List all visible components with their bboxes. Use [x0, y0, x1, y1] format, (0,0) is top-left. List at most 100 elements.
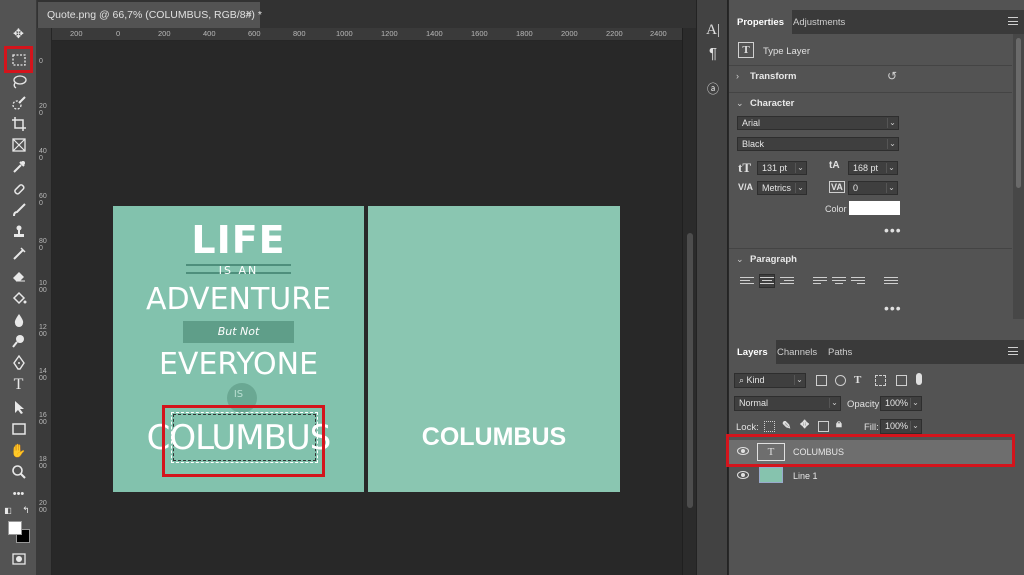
- type-tool-icon[interactable]: T: [5, 374, 32, 396]
- lock-all-icon[interactable]: 🔒︎: [836, 418, 842, 431]
- visibility-eye-icon[interactable]: [737, 471, 749, 479]
- hand-tool-icon[interactable]: ✋: [5, 440, 32, 462]
- tab-paths[interactable]: Paths: [820, 340, 860, 364]
- quick-mask-icon[interactable]: [5, 548, 32, 570]
- filter-adjustment-icon[interactable]: [835, 375, 846, 386]
- filter-smart-object-icon[interactable]: [896, 375, 907, 386]
- rectangular-marquee-tool-icon[interactable]: [4, 46, 33, 73]
- reset-icon[interactable]: ↺: [887, 69, 897, 83]
- align-center-icon[interactable]: [759, 274, 775, 288]
- filter-toggle[interactable]: [916, 373, 922, 385]
- panel-dock: A| ¶ ⓐ: [696, 0, 728, 575]
- filter-type-icon[interactable]: T: [854, 374, 861, 386]
- more-tools-icon[interactable]: •••: [5, 483, 32, 505]
- default-colors-icon[interactable]: ◧: [2, 505, 14, 515]
- chevron-down-icon: ⌄: [886, 163, 896, 173]
- kerning-field[interactable]: Metrics ⌄: [757, 181, 807, 195]
- close-document-icon[interactable]: ×: [246, 8, 252, 20]
- chevron-down-icon: ⌄: [736, 98, 744, 108]
- tracking-field[interactable]: 0 ⌄: [848, 181, 898, 195]
- align-left-icon[interactable]: [740, 275, 754, 287]
- tab-properties[interactable]: Properties: [729, 10, 792, 34]
- healing-brush-tool-icon[interactable]: [5, 178, 32, 200]
- blur-tool-icon[interactable]: [5, 309, 32, 331]
- tab-channels[interactable]: Channels: [769, 340, 825, 364]
- chevron-down-icon: ⌄: [886, 183, 896, 193]
- document-canvas[interactable]: LIFE IS AN ADVENTURE But Not EVERYONE IS…: [52, 41, 682, 575]
- paragraph-section[interactable]: ⌄ Paragraph: [729, 248, 1012, 270]
- justify-last-center-icon[interactable]: [832, 275, 846, 287]
- eyedropper-tool-icon[interactable]: [5, 156, 32, 178]
- horizontal-ruler[interactable]: 200 0 200 400 600 800 1000 1200 1400 160…: [52, 28, 682, 41]
- tab-adjustments[interactable]: Adjustments: [785, 10, 853, 34]
- filter-shape-icon[interactable]: [875, 375, 886, 386]
- filter-pixel-icon[interactable]: [816, 375, 827, 386]
- text-color-swatch[interactable]: [849, 201, 900, 215]
- font-style-select[interactable]: Black ⌄: [737, 137, 899, 151]
- move-tool-icon[interactable]: ✥: [5, 26, 32, 42]
- filter-kind-value: Kind: [746, 375, 765, 385]
- eraser-tool-icon[interactable]: [5, 265, 32, 287]
- preview-text-columbus[interactable]: COLUMBUS: [422, 423, 566, 452]
- blend-mode-select[interactable]: Normal ⌄: [734, 396, 841, 411]
- zoom-tool-icon[interactable]: [5, 461, 32, 483]
- opacity-field[interactable]: 100% ⌄: [880, 396, 922, 411]
- lock-pixels-icon[interactable]: ✎: [782, 419, 791, 432]
- character-panel-icon[interactable]: A|: [704, 22, 722, 40]
- path-selection-tool-icon[interactable]: [5, 396, 32, 418]
- crop-tool-icon[interactable]: [5, 113, 32, 135]
- pen-tool-icon[interactable]: [5, 352, 32, 374]
- lasso-tool-icon[interactable]: [5, 71, 32, 93]
- font-size-field[interactable]: 131 pt ⌄: [757, 161, 807, 175]
- transform-section[interactable]: › Transform ↺: [729, 65, 1012, 87]
- brush-tool-icon[interactable]: [5, 199, 32, 221]
- layer-filter-select[interactable]: ⌕ Kind ⌄: [734, 373, 806, 388]
- scrollbar-thumb[interactable]: [1016, 38, 1021, 188]
- justify-last-left-icon[interactable]: [813, 275, 827, 287]
- ruler-tick-label: 1600: [471, 29, 488, 38]
- properties-panel: Properties Adjustments T Type Layer › Tr…: [726, 0, 1024, 575]
- font-family-select[interactable]: Arial ⌄: [737, 116, 899, 130]
- dodge-tool-icon[interactable]: [5, 330, 32, 352]
- lock-position-icon[interactable]: ✥: [800, 418, 809, 431]
- properties-scrollbar[interactable]: [1013, 34, 1024, 319]
- leading-field[interactable]: 168 pt ⌄: [848, 161, 898, 175]
- glyphs-panel-icon[interactable]: ⓐ: [704, 80, 722, 98]
- ruler-tick-label: 1200: [381, 29, 398, 38]
- align-right-icon[interactable]: [780, 275, 794, 287]
- document-tab[interactable]: Quote.png @ 66,7% (COLUMBUS, RGB/8#) * ×: [38, 2, 262, 28]
- character-section[interactable]: ⌄ Character: [729, 92, 1012, 114]
- ruler-tick-label: 600: [39, 193, 47, 207]
- panel-menu-icon[interactable]: [1008, 17, 1018, 25]
- panel-menu-icon[interactable]: [1008, 347, 1018, 355]
- lock-artboard-icon[interactable]: [818, 421, 829, 432]
- vertical-ruler[interactable]: 0 200 400 600 800 1000 1200 1400 1600 18…: [37, 28, 52, 575]
- font-size-value: 131 pt: [762, 163, 788, 173]
- chevron-down-icon: ⌄: [887, 118, 897, 128]
- justify-all-icon[interactable]: [884, 275, 898, 287]
- history-brush-tool-icon[interactable]: [5, 243, 32, 265]
- justify-last-right-icon[interactable]: [851, 275, 865, 287]
- fill-value: 100%: [885, 421, 909, 431]
- paragraph-panel-icon[interactable]: ¶: [704, 45, 722, 63]
- canvas-scrollbar[interactable]: [682, 28, 696, 575]
- clone-stamp-tool-icon[interactable]: [5, 221, 32, 243]
- chevron-right-icon: ›: [736, 71, 739, 81]
- swap-colors-icon[interactable]: ↰: [20, 505, 32, 515]
- chevron-down-icon: ⌄: [887, 139, 897, 149]
- ruler-tick-label: 1800: [39, 456, 47, 470]
- quick-selection-tool-icon[interactable]: [5, 92, 32, 114]
- layer-row-line-1[interactable]: Line 1: [729, 464, 1012, 488]
- more-options-icon[interactable]: •••: [884, 300, 902, 316]
- lock-transparent-icon[interactable]: [764, 421, 775, 432]
- preview-artboard[interactable]: COLUMBUS: [368, 206, 620, 492]
- document-tab-title: Quote.png @ 66,7% (COLUMBUS, RGB/8#) *: [47, 9, 262, 21]
- paint-bucket-tool-icon[interactable]: [5, 287, 32, 309]
- more-options-icon[interactable]: •••: [884, 222, 902, 238]
- rectangle-tool-icon[interactable]: [5, 418, 32, 440]
- scrollbar-thumb[interactable]: [687, 233, 693, 508]
- fill-field[interactable]: 100% ⌄: [880, 419, 922, 434]
- font-size-icon: tT: [738, 160, 751, 175]
- frame-tool-icon[interactable]: [5, 134, 32, 156]
- foreground-color-swatch[interactable]: [8, 521, 22, 535]
